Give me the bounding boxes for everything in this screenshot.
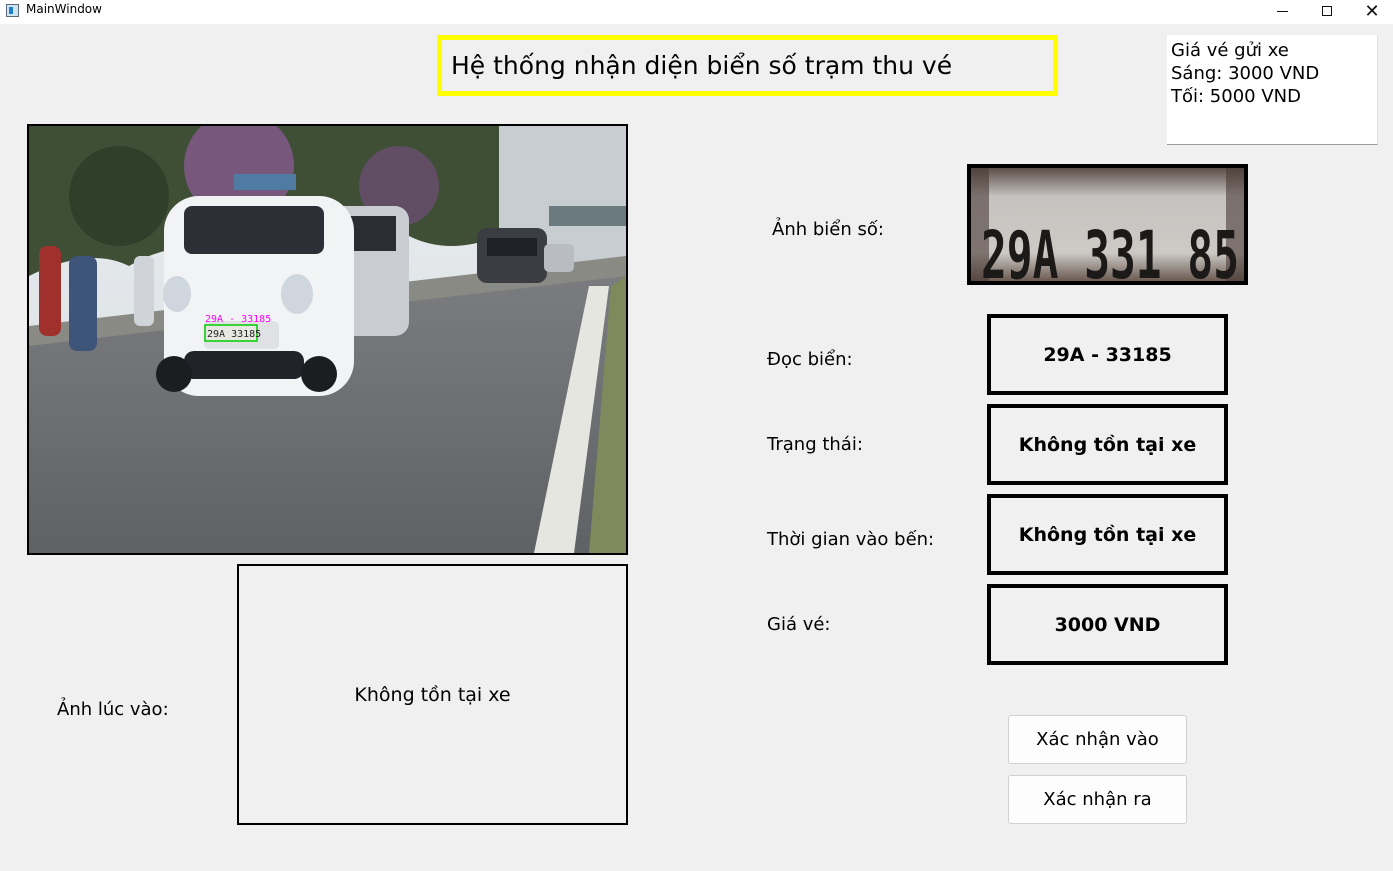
ticket-price-value-box: 3000 VND <box>987 584 1228 665</box>
close-icon: ✕ <box>1364 0 1380 22</box>
page-title-text: Hệ thống nhận diện biển số trạm thu vé <box>451 51 953 80</box>
entry-image-label: Ảnh lúc vào: <box>57 699 169 720</box>
ticket-price-value: 3000 VND <box>1054 613 1161 636</box>
entry-image-box: Không tồn tại xe <box>237 564 628 825</box>
entry-image-placeholder: Không tồn tại xe <box>354 684 511 706</box>
confirm-in-label: Xác nhận vào <box>1036 729 1159 750</box>
plate-image-label: Ảnh biển số: <box>772 219 884 240</box>
price-info-panel: Giá vé gửi xe Sáng: 3000 VND Tối: 5000 V… <box>1167 35 1378 145</box>
plate-crop-text: 29A 331 85 <box>981 217 1239 281</box>
camera-image: 29A - 33185 29A 33185 <box>29 126 626 553</box>
price-info-evening: Tối: 5000 VND <box>1171 86 1301 107</box>
camera-plate-text: 29A 33185 <box>207 329 261 340</box>
entry-time-label: Thời gian vào bến: <box>767 529 935 550</box>
entry-time-value: Không tồn tại xe <box>1018 523 1197 546</box>
read-plate-label: Đọc biển: <box>767 349 853 370</box>
confirm-in-button[interactable]: Xác nhận vào <box>1008 715 1187 764</box>
app-icon <box>6 4 19 17</box>
minimize-icon <box>1276 10 1288 12</box>
close-button[interactable]: ✕ <box>1349 0 1393 22</box>
status-value-box: Không tồn tại xe <box>987 404 1228 485</box>
status-label: Trạng thái: <box>767 434 863 455</box>
window-title: MainWindow <box>26 2 102 16</box>
page-title: Hệ thống nhận diện biển số trạm thu vé <box>437 35 1058 96</box>
price-info-morning: Sáng: 3000 VND <box>1171 63 1320 84</box>
price-info-heading: Giá vé gửi xe <box>1171 40 1289 61</box>
read-plate-value: 29A - 33185 <box>1043 343 1172 366</box>
confirm-out-label: Xác nhận ra <box>1043 789 1152 810</box>
minimize-button[interactable] <box>1259 0 1305 22</box>
plate-crop-image: 29A 331 85 <box>971 168 1244 281</box>
read-plate-value-box: 29A - 33185 <box>987 314 1228 395</box>
plate-image: 29A 331 85 <box>967 164 1248 285</box>
maximize-button[interactable] <box>1304 0 1350 22</box>
confirm-out-button[interactable]: Xác nhận ra <box>1008 775 1187 824</box>
entry-time-value-box: Không tồn tại xe <box>987 494 1228 575</box>
ticket-price-label: Giá vé: <box>767 614 831 635</box>
window-titlebar: MainWindow ✕ <box>0 0 1393 24</box>
plate-overlay-text: 29A - 33185 <box>205 314 271 325</box>
camera-frame: 29A - 33185 29A 33185 <box>27 124 628 555</box>
status-value: Không tồn tại xe <box>1018 433 1197 456</box>
maximize-icon <box>1322 6 1332 16</box>
